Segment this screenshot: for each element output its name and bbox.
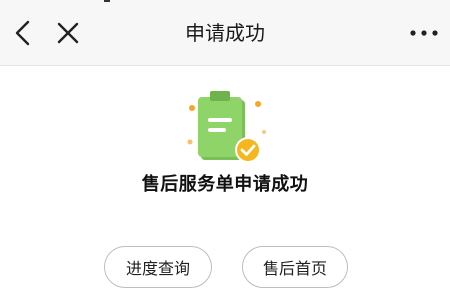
more-dots-icon xyxy=(410,30,438,36)
more-button[interactable] xyxy=(408,17,440,49)
navigation-bar: 申请成功 xyxy=(0,0,450,66)
after-sales-success-screen: 申请成功 售后服务单申请成功 进度查询 售后首页 xyxy=(0,0,450,297)
progress-query-button[interactable]: 进度查询 xyxy=(104,246,212,288)
close-icon xyxy=(57,22,79,44)
back-button[interactable] xyxy=(8,17,38,49)
clipboard-check-icon xyxy=(187,91,266,163)
after-sales-home-button[interactable]: 售后首页 xyxy=(242,246,348,288)
status-indicator xyxy=(104,0,110,2)
result-content: 售后服务单申请成功 进度查询 售后首页 xyxy=(0,66,450,297)
chevron-left-icon xyxy=(15,20,30,46)
close-button[interactable] xyxy=(53,17,83,49)
success-message: 售后服务单申请成功 xyxy=(141,174,309,195)
